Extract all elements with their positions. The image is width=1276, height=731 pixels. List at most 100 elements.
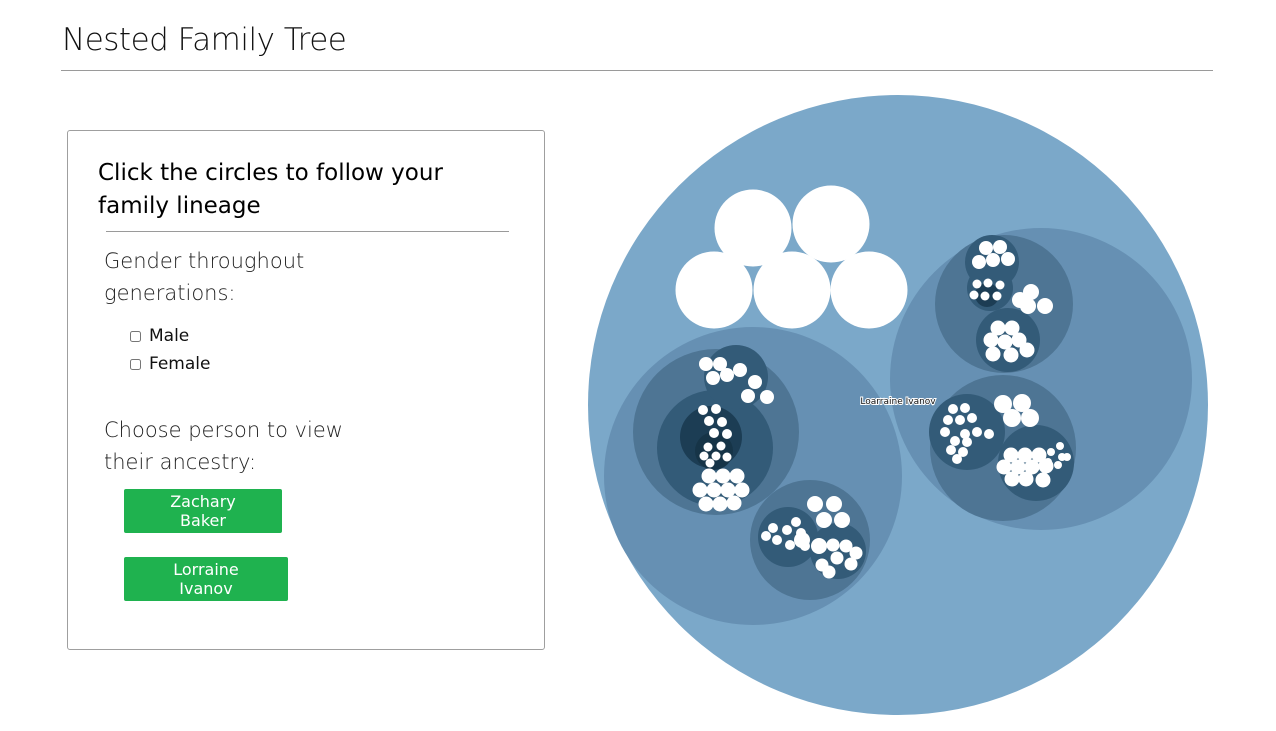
person-circle[interactable]: [1003, 409, 1021, 427]
person-circle[interactable]: [698, 496, 714, 512]
person-circle[interactable]: [703, 442, 713, 452]
person-circle[interactable]: [972, 427, 982, 437]
person-circle[interactable]: [815, 558, 829, 572]
person-circle[interactable]: [1019, 342, 1035, 358]
person-circle[interactable]: [972, 279, 982, 289]
person-circle[interactable]: [711, 451, 721, 461]
female-label: Female: [149, 354, 211, 374]
person-circle[interactable]: [792, 185, 870, 263]
person-circle[interactable]: [1035, 472, 1051, 488]
family-tree-diagram[interactable]: Loarraine Ivanov: [560, 80, 1260, 731]
person-circle[interactable]: [720, 368, 734, 382]
person-circle[interactable]: [772, 535, 782, 545]
person-circle[interactable]: [706, 371, 720, 385]
person-circle[interactable]: [733, 363, 747, 377]
person-circle[interactable]: [726, 495, 742, 511]
person-circle[interactable]: [722, 452, 732, 462]
person-circle[interactable]: [811, 538, 827, 554]
person-circle[interactable]: [816, 512, 832, 528]
person-circle[interactable]: [948, 404, 958, 414]
person-circle[interactable]: [701, 468, 717, 484]
female-option[interactable]: Female: [128, 352, 210, 376]
person-circle[interactable]: [720, 482, 736, 498]
person-circle[interactable]: [800, 541, 810, 551]
person-circle[interactable]: [1001, 252, 1015, 266]
zachary-baker-button[interactable]: Zachary Baker: [124, 489, 282, 533]
person-circle[interactable]: [952, 454, 962, 464]
panel-divider: [106, 231, 509, 232]
person-circle[interactable]: [969, 290, 979, 300]
person-circle[interactable]: [943, 415, 953, 425]
person-circle[interactable]: [834, 512, 850, 528]
person-circle[interactable]: [995, 280, 1005, 290]
person-circle[interactable]: [1063, 453, 1071, 461]
person-circle[interactable]: [1018, 471, 1034, 487]
person-circle[interactable]: [972, 255, 986, 269]
person-circle[interactable]: [692, 482, 708, 498]
person-circle[interactable]: [960, 403, 970, 413]
person-circle[interactable]: [967, 413, 977, 423]
person-circle[interactable]: [716, 441, 726, 451]
female-checkbox[interactable]: [130, 358, 141, 370]
person-circle[interactable]: [830, 551, 844, 565]
person-circle[interactable]: [980, 291, 990, 301]
person-circle[interactable]: [768, 523, 778, 533]
male-checkbox[interactable]: [130, 330, 141, 342]
person-circle[interactable]: [734, 482, 750, 498]
person-circle[interactable]: [955, 415, 965, 425]
person-circle[interactable]: [993, 240, 1007, 254]
person-circle[interactable]: [983, 278, 993, 288]
person-circle[interactable]: [748, 375, 762, 389]
person-circle[interactable]: [753, 251, 831, 329]
person-circle[interactable]: [826, 496, 842, 512]
person-circle[interactable]: [698, 405, 708, 415]
person-circle[interactable]: [791, 517, 801, 527]
person-circle[interactable]: [699, 357, 713, 371]
person-circle[interactable]: [712, 496, 728, 512]
person-circle[interactable]: [950, 436, 960, 446]
person-circle[interactable]: [986, 253, 1000, 267]
person-circle[interactable]: [705, 458, 715, 468]
person-circle[interactable]: [979, 241, 993, 255]
person-circle[interactable]: [1037, 298, 1053, 314]
person-circle[interactable]: [940, 427, 950, 437]
person-circle[interactable]: [844, 557, 858, 571]
person-circle[interactable]: [997, 334, 1013, 350]
person-circle[interactable]: [706, 482, 722, 498]
person-circle[interactable]: [729, 468, 745, 484]
person-circle[interactable]: [760, 390, 774, 404]
person-circle[interactable]: [782, 525, 792, 535]
person-circle[interactable]: [992, 291, 1002, 301]
person-circle[interactable]: [1056, 442, 1064, 450]
person-circle[interactable]: [830, 251, 908, 329]
person-circle[interactable]: [796, 528, 806, 538]
person-circle[interactable]: [985, 346, 1001, 362]
person-circle[interactable]: [711, 404, 721, 414]
person-circle[interactable]: [704, 416, 714, 426]
person-circle[interactable]: [1004, 471, 1020, 487]
person-circle[interactable]: [807, 496, 823, 512]
person-circle[interactable]: [1003, 347, 1019, 363]
person-circle[interactable]: [717, 417, 727, 427]
person-circle[interactable]: [983, 332, 999, 348]
person-circle[interactable]: [715, 468, 731, 484]
person-circle[interactable]: [1012, 292, 1028, 308]
lorraine-ivanov-button[interactable]: Lorraine Ivanov: [124, 557, 288, 601]
person-circle[interactable]: [1021, 409, 1039, 427]
person-circle[interactable]: [709, 428, 719, 438]
person-circle[interactable]: [1047, 448, 1055, 456]
person-circle[interactable]: [699, 451, 709, 461]
male-option[interactable]: Male: [128, 324, 189, 348]
male-label: Male: [149, 326, 190, 346]
person-circle[interactable]: [1054, 461, 1062, 469]
person-circle[interactable]: [946, 445, 956, 455]
person-circle[interactable]: [741, 389, 755, 403]
person-circle[interactable]: [722, 429, 732, 439]
person-circle[interactable]: [984, 429, 994, 439]
person-circle[interactable]: [1044, 458, 1052, 466]
person-circle[interactable]: [826, 538, 840, 552]
person-circle[interactable]: [761, 531, 771, 541]
person-circle[interactable]: [785, 540, 795, 550]
person-circle[interactable]: [962, 437, 972, 447]
person-circle[interactable]: [675, 251, 753, 329]
